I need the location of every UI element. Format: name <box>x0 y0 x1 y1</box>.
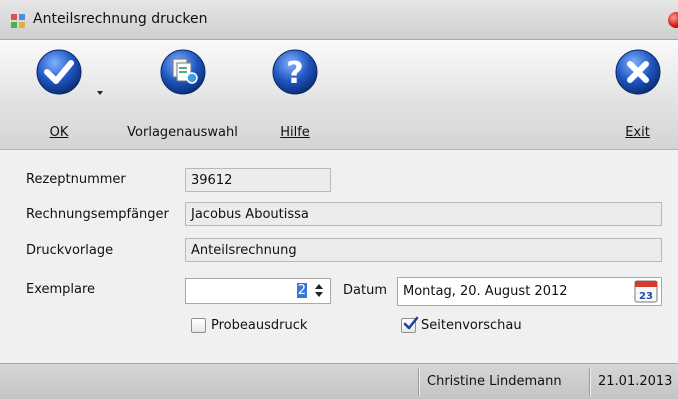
stepper-down-icon[interactable] <box>315 292 323 297</box>
probeausdruck-checkbox[interactable] <box>191 318 206 333</box>
exit-label: Exit <box>625 125 650 140</box>
ok-button[interactable]: OK <box>28 48 90 148</box>
exemplare-value[interactable]: 2 <box>296 283 307 298</box>
status-divider <box>418 368 420 396</box>
status-bar: Christine Lindemann 21.01.2013 <box>0 363 678 399</box>
status-divider <box>589 368 591 396</box>
datum-label: Datum <box>343 283 387 298</box>
title-bar[interactable]: Anteilsrechnung drucken <box>0 0 678 40</box>
exit-button[interactable]: Exit <box>605 48 670 148</box>
druckvorlage-field[interactable]: Anteilsrechnung <box>185 238 662 262</box>
rezeptnummer-label: Rezeptnummer <box>26 172 126 187</box>
close-icon <box>615 49 660 95</box>
probeausdruck-label[interactable]: Probeausdruck <box>211 318 307 333</box>
seitenvorschau-checkbox[interactable] <box>401 316 419 333</box>
checkmark-icon <box>403 316 419 330</box>
druckvorlage-label: Druckvorlage <box>26 243 114 258</box>
window-title: Anteilsrechnung drucken <box>33 11 208 27</box>
calendar-day: 23 <box>639 291 653 302</box>
empfaenger-field[interactable]: Jacobus Aboutissa <box>185 202 662 226</box>
help-icon: ? <box>272 49 318 95</box>
app-icon <box>11 14 25 28</box>
status-date: 21.01.2013 <box>598 374 673 389</box>
toolbar: OK Vorlagenauswahl ? Hilfe Exit <box>0 40 678 150</box>
stepper-up-icon[interactable] <box>315 284 323 289</box>
calendar-icon[interactable]: 23 <box>634 280 658 303</box>
status-user: Christine Lindemann <box>427 374 562 389</box>
checkmark-icon <box>36 49 82 95</box>
datum-value[interactable]: Montag, 20. August 2012 <box>403 284 568 299</box>
close-window-button[interactable] <box>668 12 678 28</box>
exemplare-stepper[interactable]: 2 <box>185 278 331 304</box>
stepper-buttons[interactable] <box>310 281 328 301</box>
hilfe-label: Hilfe <box>280 125 310 140</box>
exemplare-label: Exemplare <box>26 282 96 297</box>
ok-label: OK <box>49 125 69 140</box>
seitenvorschau-label[interactable]: Seitenvorschau <box>421 318 522 333</box>
form-area: Rezeptnummer 39612 Rechnungsempfänger Ja… <box>0 150 678 363</box>
rezeptnummer-field[interactable]: 39612 <box>185 168 331 192</box>
template-select-icon <box>160 49 205 95</box>
svg-text:?: ? <box>286 56 303 91</box>
ok-dropdown-arrow[interactable] <box>97 91 103 95</box>
vorlagenauswahl-label: Vorlagenauswahl <box>127 125 238 140</box>
hilfe-button[interactable]: ? Hilfe <box>260 48 330 148</box>
empfaenger-label: Rechnungsempfänger <box>26 207 169 222</box>
vorlagenauswahl-button[interactable]: Vorlagenauswahl <box>115 48 250 148</box>
datum-picker[interactable]: Montag, 20. August 2012 23 <box>397 277 662 306</box>
